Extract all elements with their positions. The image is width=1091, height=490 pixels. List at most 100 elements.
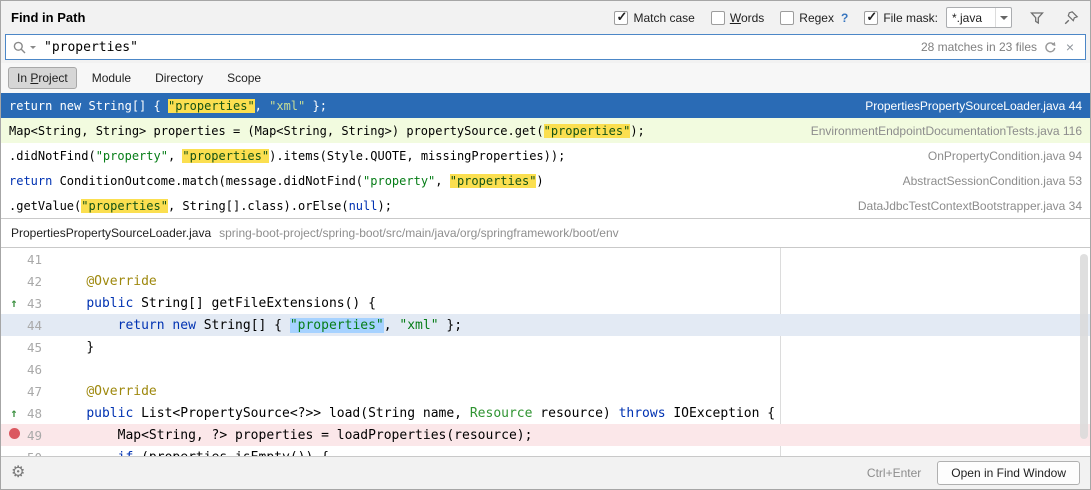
code-segment: return — [9, 99, 60, 113]
code-text: @Override — [55, 384, 157, 399]
breakpoint-icon[interactable] — [1, 428, 27, 442]
code-line[interactable]: ↑43 public String[] getFileExtensions() … — [1, 292, 1090, 314]
mnemonic-char: W — [730, 11, 741, 25]
code-text: return new String[] { "properties", "xml… — [55, 318, 462, 333]
result-row[interactable]: .getValue("properties", String[].class).… — [1, 193, 1090, 218]
code-segment: (properties.isEmpty()) { — [141, 450, 329, 457]
result-row[interactable]: Map<String, String> properties = (Map<St… — [1, 118, 1090, 143]
code-segment: null — [349, 199, 378, 213]
scope-tab-scope[interactable]: Scope — [218, 67, 270, 89]
regex-checkbox[interactable] — [780, 11, 794, 25]
file-mask-option[interactable]: File mask: — [864, 11, 938, 25]
code-segment: if — [118, 450, 141, 457]
code-line[interactable]: ↑48 public List<PropertySource<?>> load(… — [1, 402, 1090, 424]
words-checkbox[interactable] — [711, 11, 725, 25]
override-icon[interactable]: ↑ — [1, 407, 27, 419]
line-number: 50 — [27, 450, 55, 457]
code-segment: "property" — [96, 149, 168, 163]
search-input[interactable] — [41, 40, 918, 55]
result-file: PropertiesPropertySourceLoader.java 44 — [857, 99, 1090, 113]
result-row[interactable]: return new String[] { "properties", "xml… — [1, 93, 1090, 118]
code-line[interactable]: 47 @Override — [1, 380, 1090, 402]
code-segment: @Override — [86, 274, 156, 289]
code-segment: ); — [630, 124, 644, 138]
code-segment: String[] getFileExtensions() { — [141, 296, 376, 311]
words-label: Words — [730, 11, 764, 25]
line-number: 44 — [27, 318, 55, 333]
file-mask-label: File mask: — [883, 11, 938, 25]
code-line[interactable]: 49 Map<String, ?> properties = loadPrope… — [1, 424, 1090, 446]
code-segment: "properties" — [450, 174, 537, 188]
indent — [55, 274, 86, 289]
code-segment: public — [86, 406, 141, 421]
code-text: public List<PropertySource<?>> load(Stri… — [55, 406, 775, 421]
pin-icon[interactable] — [1062, 9, 1080, 27]
file-mask-select[interactable]: *.java — [946, 7, 1012, 28]
code-segment: , — [384, 318, 400, 333]
reload-icon[interactable] — [1040, 40, 1058, 55]
scope-tab-module[interactable]: Module — [83, 67, 140, 89]
gear-icon[interactable]: ⚙ — [11, 465, 25, 481]
search-row: 28 matches in 23 files × — [1, 34, 1090, 63]
override-icon[interactable]: ↑ — [1, 297, 27, 309]
close-icon[interactable]: × — [1061, 40, 1079, 54]
code-line[interactable]: 44 return new String[] { "properties", "… — [1, 314, 1090, 336]
search-icon[interactable] — [12, 40, 27, 55]
result-row[interactable]: return ConditionOutcome.match(message.di… — [1, 168, 1090, 193]
shortcut-hint: Ctrl+Enter — [867, 466, 921, 480]
code-segment: "properties" — [290, 318, 384, 333]
indent — [55, 340, 86, 355]
code-segment: String[] { — [88, 99, 167, 113]
match-count: 28 matches in 23 files — [921, 40, 1037, 54]
result-row[interactable]: .didNotFind("property", "properties").it… — [1, 143, 1090, 168]
code-segment: .getValue( — [9, 199, 81, 213]
code-line[interactable]: 46 — [1, 358, 1090, 380]
code-segment: new — [172, 318, 203, 333]
match-case-option[interactable]: Match case — [614, 11, 694, 25]
code-line[interactable]: 42 @Override — [1, 270, 1090, 292]
result-file: EnvironmentEndpointDocumentationTests.ja… — [803, 124, 1090, 138]
code-segment: new — [60, 99, 89, 113]
code-segment: ).items(Style.QUOTE, missingProperties))… — [269, 149, 565, 163]
regex-option[interactable]: Regex? — [780, 11, 848, 25]
code-segment: , — [168, 149, 182, 163]
code-segment: ConditionOutcome.match(message.didNotFin… — [60, 174, 363, 188]
words-option[interactable]: Words — [711, 11, 764, 25]
code-segment: List<PropertySource<?>> load(String name… — [141, 406, 470, 421]
chevron-down-icon — [995, 8, 1011, 27]
code-segment: }; — [305, 99, 327, 113]
scope-tab-in-project[interactable]: In Project — [8, 67, 77, 89]
vertical-scrollbar[interactable] — [1080, 254, 1088, 439]
result-code: return ConditionOutcome.match(message.di… — [9, 174, 895, 188]
code-line[interactable]: 50 if (properties.isEmpty()) { — [1, 446, 1090, 456]
code-line[interactable]: 45 } — [1, 336, 1090, 358]
preview-file-name: PropertiesPropertySourceLoader.java — [11, 226, 211, 240]
scope-tab-directory[interactable]: Directory — [146, 67, 212, 89]
filter-icon[interactable] — [1028, 9, 1046, 27]
toolbar-options-group: Match case Words Regex? File mask: *.java — [614, 7, 1080, 28]
code-segment: "properties" — [544, 124, 631, 138]
match-case-checkbox[interactable] — [614, 11, 628, 25]
regex-label: Regex — [799, 11, 834, 25]
result-code: .didNotFind("property", "properties").it… — [9, 149, 920, 163]
code-segment: , String[].class).orElse( — [168, 199, 349, 213]
file-mask-checkbox[interactable] — [864, 11, 878, 25]
preview-header: PropertiesPropertySourceLoader.java spri… — [1, 218, 1090, 248]
indent — [55, 384, 86, 399]
open-in-find-window-button[interactable]: Open in Find Window — [937, 461, 1080, 485]
line-number: 49 — [27, 428, 55, 443]
code-segment: return — [118, 318, 173, 333]
code-segment: Map<String, String> properties = (Map<St… — [9, 124, 544, 138]
results-list: return new String[] { "properties", "xml… — [1, 93, 1090, 218]
search-history-chevron-icon[interactable] — [30, 42, 38, 52]
code-segment: , — [255, 99, 269, 113]
code-text: } — [55, 340, 94, 355]
code-segment: , — [435, 174, 449, 188]
code-line[interactable]: 41 — [1, 248, 1090, 270]
dialog-titlebar: Find in Path Match caseWordsRegex?File m… — [1, 1, 1090, 34]
code-segment: Map<String, ?> properties = loadProperti… — [118, 428, 533, 443]
code-text: public String[] getFileExtensions() { — [55, 296, 376, 311]
result-code: .getValue("properties", String[].class).… — [9, 199, 850, 213]
regex-help-icon[interactable]: ? — [841, 11, 848, 25]
code-segment: Resource — [470, 406, 533, 421]
